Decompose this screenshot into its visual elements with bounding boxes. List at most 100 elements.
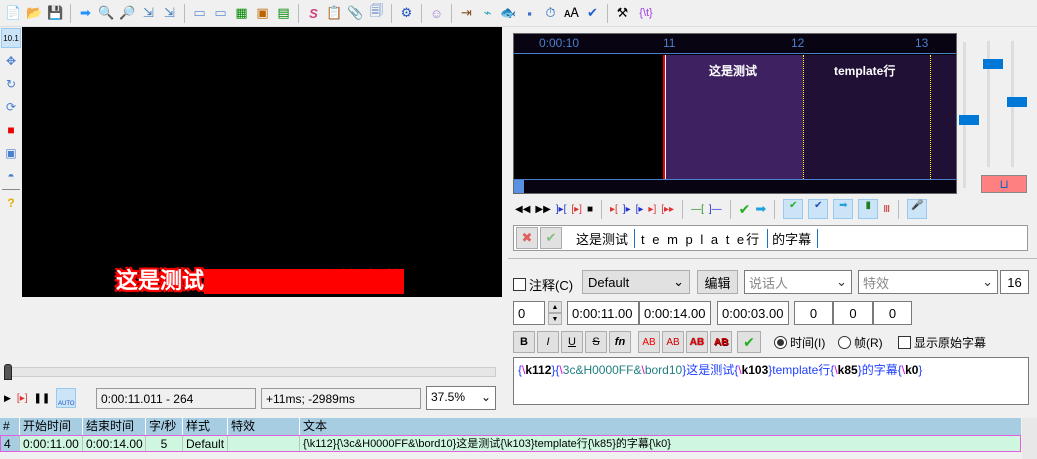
end-time-field[interactable]: 0:00:14.00 (639, 301, 711, 325)
next-line-icon[interactable]: ➡ (755, 201, 766, 217)
syllable-boundary[interactable] (803, 55, 804, 179)
outline-color-button[interactable]: AB (686, 331, 708, 353)
actor-combo[interactable]: 说话人 ⌄ (744, 270, 852, 294)
video-seek-slider[interactable] (4, 367, 496, 377)
margin-right-field[interactable]: 0 (833, 301, 873, 325)
commit-icon[interactable]: ✔ (739, 201, 751, 218)
audio-display[interactable]: 0:00:10 11 12 13 这是测试 template行 (513, 33, 957, 194)
spin-up-icon[interactable]: ▲ (548, 301, 562, 313)
checkbox[interactable] (513, 278, 526, 291)
audio-scrollbar[interactable] (514, 179, 956, 193)
syllable-boundary[interactable] (930, 55, 931, 179)
options-icon[interactable]: ⚒ (613, 4, 632, 23)
karaoke-mode-icon[interactable]: 🎤 (907, 199, 928, 219)
play-end-icon[interactable]: ▸] (648, 204, 656, 215)
font-button[interactable]: fn (609, 331, 631, 353)
comment-checkbox[interactable]: 注释(C) (513, 275, 573, 294)
open-file-icon[interactable]: 📂 (25, 4, 44, 23)
drag-tool-icon[interactable]: ✥ (1, 51, 21, 71)
lead-in-icon[interactable]: —[ (691, 204, 704, 215)
layer-spinner[interactable]: ▲ ▼ (548, 301, 562, 325)
style-select[interactable]: Default ⌄ (582, 270, 690, 294)
checkbox[interactable] (898, 336, 911, 349)
auto-commit-icon[interactable]: ✔ (783, 199, 804, 219)
shift-times-icon[interactable]: 🐟 (499, 4, 518, 23)
bold-button[interactable]: B (513, 331, 535, 353)
lead-out-icon[interactable]: ]— (709, 204, 722, 215)
zoom-slider-thumb[interactable] (959, 115, 979, 125)
zoom-in-icon[interactable]: 🔍 (97, 4, 116, 23)
tags-toggle-icon[interactable]: {\t} (634, 4, 658, 23)
margin-vertical-field[interactable]: 0 (873, 301, 912, 325)
link-sliders-button[interactable]: ⊔ (981, 175, 1027, 193)
shadow-color-button[interactable]: AB (710, 331, 732, 353)
snap-end-icon[interactable]: ⇲ (160, 4, 179, 23)
start-marker[interactable] (663, 55, 666, 179)
automation-icon[interactable]: ⚙ (397, 4, 416, 23)
autoscroll-icon[interactable]: AUTO (56, 388, 77, 408)
play-after-icon[interactable]: [▸▸ (661, 204, 674, 215)
layer-field[interactable]: 0 (513, 301, 545, 325)
timer-icon[interactable]: ⏱ (541, 4, 560, 23)
duration-field[interactable]: 0:00:03.00 (717, 301, 789, 325)
rotate-z-icon[interactable]: ↻ (1, 74, 21, 94)
zoom-select[interactable]: 37.5% ⌄ (426, 386, 496, 410)
commit-button[interactable]: ✔ (737, 331, 761, 353)
spin-down-icon[interactable]: ▼ (548, 313, 562, 325)
jump-to-icon[interactable]: ➡ (76, 4, 95, 23)
select-lines-icon[interactable]: ▪ (520, 4, 539, 23)
play-end-before-icon[interactable]: [▸ (636, 204, 644, 215)
seek-thumb[interactable] (4, 364, 12, 380)
attachments-icon[interactable]: 📎 (346, 4, 365, 23)
play-line-icon[interactable]: [▸] (571, 204, 582, 215)
show-original-checkbox[interactable]: 显示原始字幕 (898, 334, 986, 351)
properties-icon[interactable]: 📋 (325, 4, 344, 23)
scale-tool-icon[interactable]: ■ (1, 120, 21, 140)
table-row[interactable]: 4 0:00:11.00 0:00:14.00 5 Default {\k112… (0, 435, 1021, 452)
set-end-icon[interactable]: ▭ (211, 4, 230, 23)
set-start-icon[interactable]: ▭ (190, 4, 209, 23)
accept-karaoke-button[interactable]: ✔ (540, 227, 562, 249)
frame-radio[interactable]: 帧(R) (838, 334, 883, 351)
prev-icon[interactable]: ◀◀ (515, 204, 530, 215)
secondary-color-button[interactable]: AB (662, 331, 684, 353)
start-time-field[interactable]: 0:00:11.00 (567, 301, 639, 325)
play-icon[interactable]: ▶ (4, 393, 11, 404)
auto-next-icon[interactable]: ✔ (808, 199, 829, 219)
vzoom-slider-thumb[interactable] (1007, 97, 1027, 107)
radio[interactable] (838, 336, 851, 349)
play-before-icon[interactable]: ▸[ (610, 204, 618, 215)
cancel-karaoke-button[interactable]: ✖ (516, 227, 538, 249)
scroll-thumb[interactable] (514, 180, 524, 193)
time-radio[interactable]: 时间(I) (774, 334, 825, 351)
pause-icon[interactable]: ❚❚ (34, 393, 51, 404)
play-selection-icon[interactable]: ]▸[ (556, 204, 567, 215)
margin-left-field[interactable]: 0 (794, 301, 833, 325)
primary-color-button[interactable]: AB (638, 331, 660, 353)
styles-manager-icon[interactable]: S (304, 4, 323, 23)
stop-icon[interactable]: ■ (587, 204, 593, 215)
grid-icon[interactable]: ▦ (232, 4, 251, 23)
translation-assistant-icon[interactable]: ☺ (427, 4, 446, 23)
spell-check-icon[interactable]: ✔ (583, 4, 602, 23)
karaoke-syllable[interactable]: 的字幕 (768, 228, 819, 248)
next-icon[interactable]: ▶▶ (535, 204, 550, 215)
underline-button[interactable]: U (561, 331, 583, 353)
vector-clip-icon[interactable]: ◓ (1, 166, 21, 186)
subtitle-text-editor[interactable]: {\k112}{\3c&H0000FF&\bord10}这是测试{\k103}t… (513, 357, 1029, 405)
karaoke-syllable[interactable]: t e m p l a t e行 (635, 228, 769, 248)
save-file-icon[interactable]: 💾 (46, 4, 65, 23)
zoom-out-icon[interactable]: 🔎 (118, 4, 137, 23)
video-frame-icon[interactable]: ▣ (253, 4, 272, 23)
edit-style-button[interactable]: 编辑 (697, 270, 738, 294)
video-display[interactable]: 这是测试template行的字幕 (22, 27, 502, 297)
keyframes-icon[interactable]: ▤ (274, 4, 293, 23)
strikeout-button[interactable]: S (585, 331, 607, 353)
italic-button[interactable]: I (537, 331, 559, 353)
snap-start-icon[interactable]: ⇲ (139, 4, 158, 23)
clip-tool-icon[interactable]: ▣ (1, 143, 21, 163)
help-icon[interactable]: ? (1, 193, 21, 213)
karaoke-syllable[interactable]: 这是测试 (562, 228, 636, 248)
time-display[interactable]: 0:00:11.011 - 264 (96, 388, 256, 409)
grid-scrollbar[interactable] (1022, 418, 1037, 459)
